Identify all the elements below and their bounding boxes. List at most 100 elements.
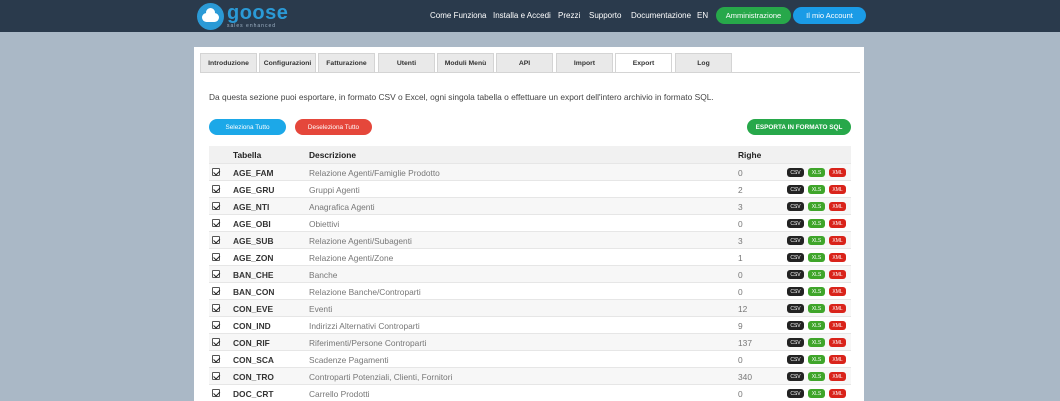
row-checkbox[interactable] bbox=[212, 219, 220, 227]
xls-export-button[interactable]: XLS bbox=[808, 321, 825, 330]
description-cell: Relazione Agenti/Zone bbox=[309, 253, 394, 263]
nav-language-en[interactable]: EN bbox=[697, 11, 708, 20]
table-name-cell: AGE_GRU bbox=[233, 185, 275, 195]
table-name-cell: CON_EVE bbox=[233, 304, 274, 314]
row-checkbox[interactable] bbox=[212, 372, 220, 380]
tab-moduli-menu[interactable]: Moduli Menù bbox=[437, 53, 494, 73]
nav-installa-e-accedi[interactable]: Installa e Accedi bbox=[493, 11, 551, 20]
csv-export-button[interactable]: CSV bbox=[787, 236, 804, 245]
row-checkbox[interactable] bbox=[212, 168, 220, 176]
tab-divider bbox=[200, 72, 860, 73]
my-account-button[interactable]: Il mio Account bbox=[793, 7, 866, 24]
csv-export-button[interactable]: CSV bbox=[787, 219, 804, 228]
xml-export-button[interactable]: XML bbox=[829, 389, 846, 398]
xml-export-button[interactable]: XML bbox=[829, 202, 846, 211]
csv-export-button[interactable]: CSV bbox=[787, 270, 804, 279]
export-sql-button[interactable]: ESPORTA IN FORMATO SQL bbox=[747, 119, 851, 135]
table-name-cell: CON_TRO bbox=[233, 372, 274, 382]
intro-text: Da questa sezione puoi esportare, in for… bbox=[209, 92, 714, 102]
row-count-cell: 0 bbox=[738, 389, 743, 399]
row-checkbox[interactable] bbox=[212, 253, 220, 261]
admin-button[interactable]: Amministrazione bbox=[716, 7, 791, 24]
settings-panel: Introduzione Configurazioni Fatturazione… bbox=[194, 47, 864, 401]
xml-export-button[interactable]: XML bbox=[829, 355, 846, 364]
tab-export[interactable]: Export bbox=[615, 53, 672, 73]
csv-export-button[interactable]: CSV bbox=[787, 389, 804, 398]
xls-export-button[interactable]: XLS bbox=[808, 389, 825, 398]
xls-export-button[interactable]: XLS bbox=[808, 372, 825, 381]
row-checkbox[interactable] bbox=[212, 389, 220, 397]
table-row: DOC_CRT Carrello Prodotti 0 CSV XLS XML bbox=[209, 384, 851, 401]
xls-export-button[interactable]: XLS bbox=[808, 236, 825, 245]
tab-fatturazione[interactable]: Fatturazione bbox=[318, 53, 375, 73]
xls-export-button[interactable]: XLS bbox=[808, 253, 825, 262]
xls-export-button[interactable]: XLS bbox=[808, 270, 825, 279]
cloud-logo-icon bbox=[197, 2, 224, 30]
xml-export-button[interactable]: XML bbox=[829, 321, 846, 330]
xml-export-button[interactable]: XML bbox=[829, 185, 846, 194]
xls-export-button[interactable]: XLS bbox=[808, 202, 825, 211]
xls-export-button[interactable]: XLS bbox=[808, 355, 825, 364]
row-checkbox[interactable] bbox=[212, 236, 220, 244]
xml-export-button[interactable]: XML bbox=[829, 372, 846, 381]
row-checkbox[interactable] bbox=[212, 355, 220, 363]
row-checkbox[interactable] bbox=[212, 338, 220, 346]
deselect-all-button[interactable]: Deseleziona Tutto bbox=[295, 119, 372, 135]
nav-documentazione[interactable]: Documentazione bbox=[631, 11, 691, 20]
table-name-cell: AGE_OBI bbox=[233, 219, 271, 229]
row-checkbox[interactable] bbox=[212, 202, 220, 210]
table-row: CON_SCA Scadenze Pagamenti 0 CSV XLS XML bbox=[209, 350, 851, 367]
table-row: AGE_OBI Obiettivi 0 CSV XLS XML bbox=[209, 214, 851, 231]
csv-export-button[interactable]: CSV bbox=[787, 321, 804, 330]
xls-export-button[interactable]: XLS bbox=[808, 219, 825, 228]
xml-export-button[interactable]: XML bbox=[829, 253, 846, 262]
row-count-cell: 340 bbox=[738, 372, 752, 382]
xls-export-button[interactable]: XLS bbox=[808, 338, 825, 347]
row-count-cell: 0 bbox=[738, 355, 743, 365]
table-row: AGE_SUB Relazione Agenti/Subagenti 3 CSV XLS… bbox=[209, 231, 851, 248]
xml-export-button[interactable]: XML bbox=[829, 304, 846, 313]
xls-export-button[interactable]: XLS bbox=[808, 287, 825, 296]
xml-export-button[interactable]: XML bbox=[829, 270, 846, 279]
row-checkbox[interactable] bbox=[212, 321, 220, 329]
tab-import[interactable]: Import bbox=[556, 53, 613, 73]
csv-export-button[interactable]: CSV bbox=[787, 253, 804, 262]
csv-export-button[interactable]: CSV bbox=[787, 168, 804, 177]
goose-logo[interactable]: goose sales enhanced bbox=[197, 2, 288, 30]
table-name-cell: CON_SCA bbox=[233, 355, 274, 365]
csv-export-button[interactable]: CSV bbox=[787, 202, 804, 211]
xml-export-button[interactable]: XML bbox=[829, 338, 846, 347]
description-cell: Relazione Agenti/Famiglie Prodotto bbox=[309, 168, 440, 178]
tab-log[interactable]: Log bbox=[675, 53, 732, 73]
xls-export-button[interactable]: XLS bbox=[808, 168, 825, 177]
csv-export-button[interactable]: CSV bbox=[787, 372, 804, 381]
description-cell: Relazione Banche/Controparti bbox=[309, 287, 421, 297]
description-cell: Anagrafica Agenti bbox=[309, 202, 375, 212]
csv-export-button[interactable]: CSV bbox=[787, 304, 804, 313]
nav-come-funziona[interactable]: Come Funziona bbox=[430, 11, 486, 20]
csv-export-button[interactable]: CSV bbox=[787, 287, 804, 296]
xml-export-button[interactable]: XML bbox=[829, 236, 846, 245]
row-checkbox[interactable] bbox=[212, 185, 220, 193]
tab-configurazioni[interactable]: Configurazioni bbox=[259, 53, 316, 73]
table-row: AGE_ZON Relazione Agenti/Zone 1 CSV XLS XML bbox=[209, 248, 851, 265]
xls-export-button[interactable]: XLS bbox=[808, 185, 825, 194]
csv-export-button[interactable]: CSV bbox=[787, 338, 804, 347]
nav-supporto[interactable]: Supporto bbox=[589, 11, 621, 20]
row-checkbox[interactable] bbox=[212, 270, 220, 278]
xml-export-button[interactable]: XML bbox=[829, 287, 846, 296]
csv-export-button[interactable]: CSV bbox=[787, 355, 804, 364]
row-checkbox[interactable] bbox=[212, 304, 220, 312]
nav-prezzi[interactable]: Prezzi bbox=[558, 11, 580, 20]
xml-export-button[interactable]: XML bbox=[829, 168, 846, 177]
select-all-button[interactable]: Seleziona Tutto bbox=[209, 119, 286, 135]
tab-api[interactable]: API bbox=[496, 53, 553, 73]
tab-introduzione[interactable]: Introduzione bbox=[200, 53, 257, 73]
xls-export-button[interactable]: XLS bbox=[808, 304, 825, 313]
description-cell: Scadenze Pagamenti bbox=[309, 355, 389, 365]
row-count-cell: 12 bbox=[738, 304, 748, 314]
row-checkbox[interactable] bbox=[212, 287, 220, 295]
csv-export-button[interactable]: CSV bbox=[787, 185, 804, 194]
tab-utenti[interactable]: Utenti bbox=[378, 53, 435, 73]
xml-export-button[interactable]: XML bbox=[829, 219, 846, 228]
